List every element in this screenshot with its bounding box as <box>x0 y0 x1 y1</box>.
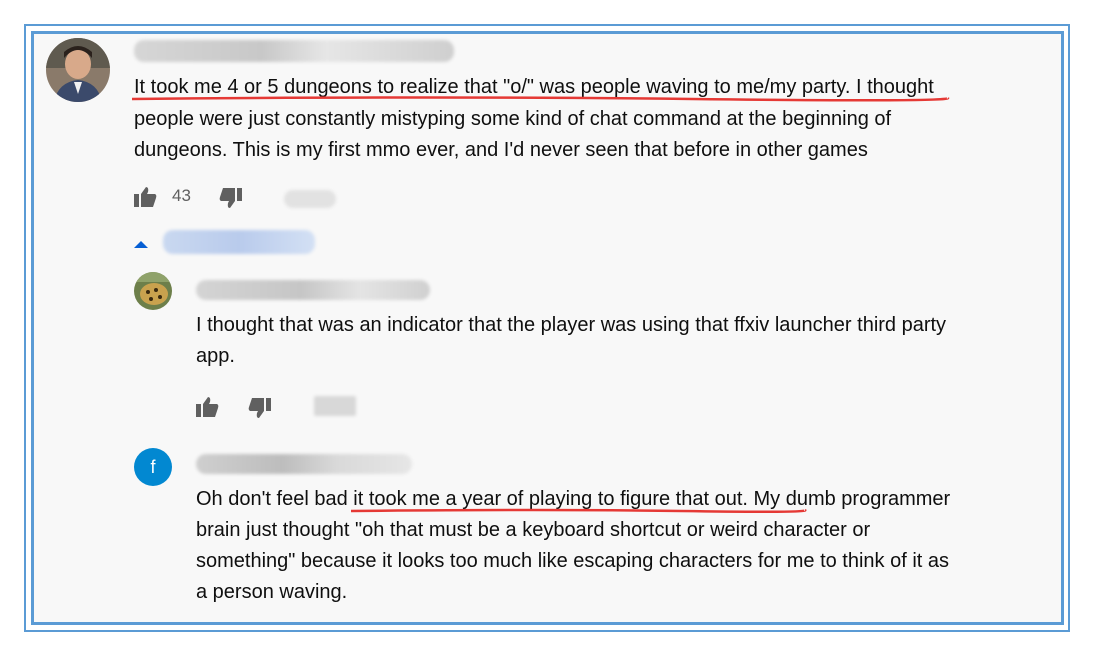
avatar-letter: f <box>150 457 156 477</box>
reply-text-line-1: Oh don't feel bad it took me a year of p… <box>196 488 951 514</box>
thumbs-down-icon[interactable] <box>247 397 271 424</box>
reply-button-redacted[interactable] <box>314 396 356 416</box>
collapse-replies-icon[interactable] <box>134 236 148 254</box>
comment-text-line-2: people were just constantly mistyping so… <box>134 108 892 130</box>
thumbs-down-icon[interactable] <box>218 187 242 214</box>
avatar[interactable] <box>134 272 172 310</box>
reply-text-line-1: I thought that was an indicator that the… <box>196 314 947 336</box>
avatar[interactable]: f <box>134 448 172 486</box>
underlined-highlight: it took me a year of playing to figure t… <box>351 488 807 514</box>
reply-text-line-2: brain just thought "oh that must be a ke… <box>196 519 871 541</box>
comment-text-line-3: dungeons. This is my first mmo ever, and… <box>134 139 868 161</box>
reply-text-line-4: a person waving. <box>196 581 348 603</box>
like-count: 43 <box>172 186 191 205</box>
underlined-highlight: It took me 4 or 5 dungeons to realize th… <box>131 76 950 102</box>
thumbs-up-icon[interactable] <box>196 396 220 423</box>
reply-text-line-3: something" because it looks too much lik… <box>196 550 950 572</box>
avatar[interactable] <box>46 38 110 102</box>
thumbs-up-icon[interactable] <box>134 186 158 213</box>
author-name-redacted[interactable] <box>196 280 430 300</box>
author-name-redacted[interactable] <box>134 40 454 62</box>
reply-button-redacted[interactable] <box>284 190 336 208</box>
hide-replies-redacted[interactable] <box>163 230 315 254</box>
author-name-redacted[interactable] <box>196 454 412 474</box>
reply-text-line-2: app. <box>196 345 235 367</box>
comment-text-line-1: It took me 4 or 5 dungeons to realize th… <box>131 72 950 103</box>
